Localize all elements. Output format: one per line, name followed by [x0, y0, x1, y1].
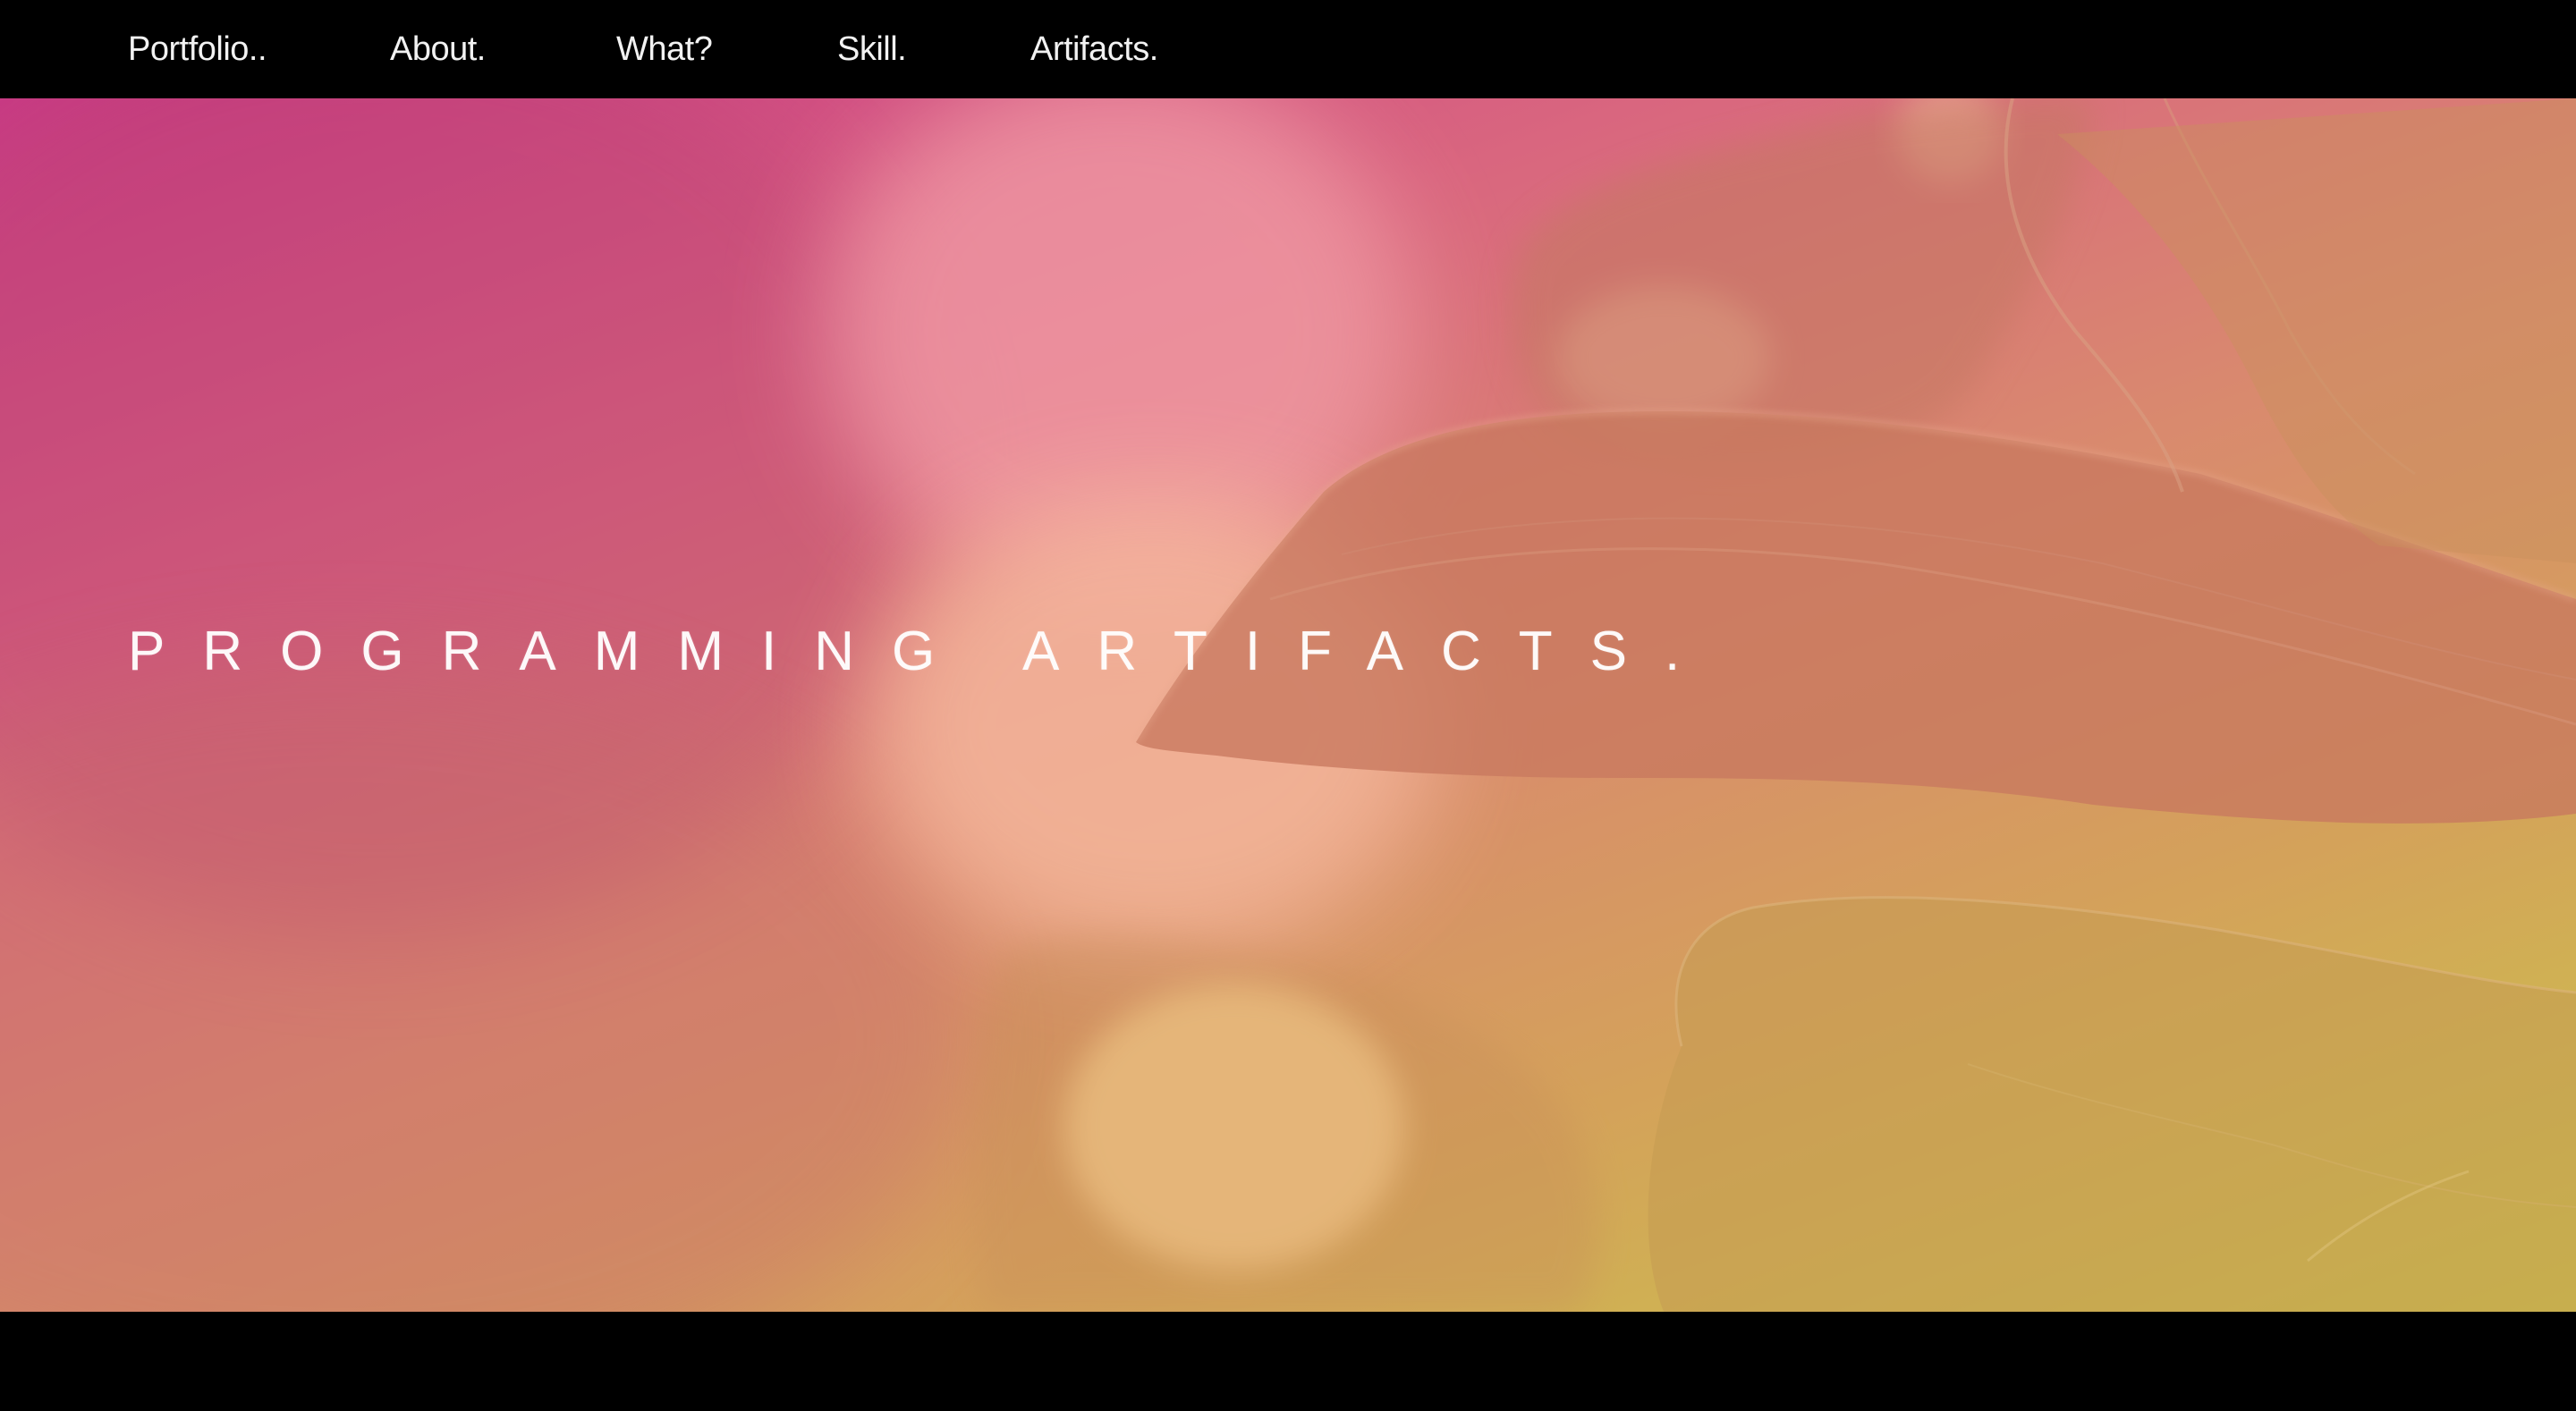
hero-section: PROGRAMMING ARTIFACTS.: [0, 98, 2576, 1312]
page: Portfolio.. About. What? Skill. Artifact…: [0, 0, 2576, 1411]
nav-link-artifacts[interactable]: Artifacts.: [1030, 30, 1209, 69]
nav-link-about[interactable]: About.: [390, 30, 616, 69]
nav-link-what[interactable]: What?: [616, 30, 837, 69]
hero-title: PROGRAMMING ARTIFACTS.: [128, 621, 1718, 682]
nav-menu: Portfolio.. About. What? Skill. Artifact…: [128, 0, 1209, 98]
nav-link-skill[interactable]: Skill.: [837, 30, 1030, 69]
bottom-black-bar: [0, 1312, 2576, 1411]
hero-background-leaf-image: [0, 98, 2576, 1312]
nav-link-portfolio[interactable]: Portfolio..: [128, 30, 390, 69]
top-navigation-bar: Portfolio.. About. What? Skill. Artifact…: [0, 0, 2576, 98]
